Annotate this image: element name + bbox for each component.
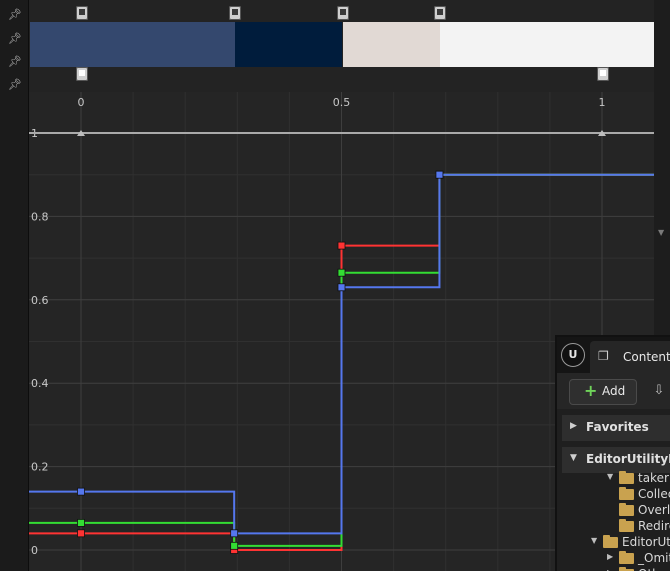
y-tick-label: 0 xyxy=(31,544,38,557)
curve-keyframe xyxy=(435,170,444,179)
curve-keyframe xyxy=(337,268,346,277)
x-tick-label: 1 xyxy=(599,96,606,109)
folder-label: Overla xyxy=(638,503,670,517)
favorites-section[interactable]: ▶ Favorites xyxy=(562,415,670,441)
y-tick-label: 0.4 xyxy=(31,377,49,390)
stop-handle-inner xyxy=(79,70,85,76)
folder-icon xyxy=(619,503,634,516)
content-browser-toolbar: + Add ⇩ xyxy=(557,373,670,409)
folder-label: EditorUtil xyxy=(622,535,670,549)
stop-handle-inner xyxy=(232,9,239,15)
color-stop-handle[interactable] xyxy=(597,67,609,81)
pin-icon[interactable]: 📌︎ xyxy=(8,55,22,69)
alpha-stop-handle[interactable] xyxy=(76,6,88,20)
curve-editor-window: 📌︎ 📌︎ 📌︎ 📌︎ 0 0.5 1 0 0.2 0.4 0.6 0.8 1 ▼ U ❐ Co… xyxy=(0,0,670,571)
stop-handle-inner xyxy=(437,9,444,15)
curve-keyframe xyxy=(77,529,85,538)
folder-label: Other xyxy=(638,567,670,571)
alpha-stop-handle[interactable] xyxy=(229,6,242,20)
folder-label: taker xyxy=(638,471,669,485)
x-tick-label: 0.5 xyxy=(333,96,351,109)
folder-open-icon xyxy=(603,535,618,548)
curve-keyframe xyxy=(77,518,85,527)
y-tick-label: 0.2 xyxy=(31,461,49,474)
chevron-right-icon: ▶ xyxy=(570,421,577,431)
tab-label: Content xyxy=(623,350,670,364)
folder-icon xyxy=(619,487,634,500)
curve-keyframe xyxy=(337,241,346,250)
root-folder-section[interactable]: ▼ EditorUtilityBoc xyxy=(562,447,670,473)
chevron-down-icon: ▼ xyxy=(570,453,577,463)
scroll-down-icon[interactable]: ▼ xyxy=(658,228,664,237)
color-gradient-bar[interactable] xyxy=(30,22,654,67)
content-browser-panel: U ❐ Content + Add ⇩ ▶ Favorites ▼ Editor… xyxy=(555,335,670,571)
stop-handle-inner xyxy=(339,9,346,15)
plus-icon: + xyxy=(584,381,598,400)
folder-icon xyxy=(619,551,634,564)
chevron-down-icon[interactable]: ▼ xyxy=(591,536,597,545)
favorites-label: Favorites xyxy=(586,420,649,434)
folder-open-icon xyxy=(619,471,634,484)
y-tick-label: 0.8 xyxy=(31,210,49,223)
folder-label: Redire xyxy=(638,519,670,533)
stop-handle-inner xyxy=(600,70,606,76)
add-label: Add xyxy=(602,384,626,398)
gradient-segment xyxy=(342,22,441,67)
gradient-segment xyxy=(235,22,343,67)
color-stop-handle[interactable] xyxy=(76,67,88,81)
curve-keyframe xyxy=(230,529,239,538)
pin-icon[interactable]: 📌︎ xyxy=(8,78,22,92)
pin-icon[interactable]: 📌︎ xyxy=(8,32,22,46)
folder-icon xyxy=(619,519,634,532)
x-tick-label: 0 xyxy=(78,96,85,109)
gradient-segment xyxy=(440,22,654,67)
alpha-stop-handle[interactable] xyxy=(434,6,447,20)
curve-keyframe xyxy=(77,487,85,496)
alpha-stop-handle[interactable] xyxy=(336,6,349,20)
curve-keyframe xyxy=(337,283,346,292)
unreal-logo-icon[interactable]: U xyxy=(561,343,585,367)
folder-label: Collec xyxy=(638,487,670,501)
curve-keyframe xyxy=(230,541,239,550)
gradient-segment xyxy=(30,22,236,67)
pin-strip: 📌︎ 📌︎ 📌︎ 📌︎ xyxy=(0,0,29,571)
tab-content-browser[interactable]: ❐ Content xyxy=(590,341,670,373)
chevron-down-icon[interactable]: ▼ xyxy=(607,472,613,481)
add-button[interactable]: + Add xyxy=(569,379,637,405)
content-browser-icon: ❐ xyxy=(598,349,609,363)
folder-label: _Omit xyxy=(638,551,670,565)
chevron-right-icon[interactable]: ▶ xyxy=(607,552,613,561)
y-tick-label: 0.6 xyxy=(31,294,49,307)
pin-icon[interactable]: 📌︎ xyxy=(8,8,22,22)
stop-handle-inner xyxy=(79,9,85,15)
vertical-scrollbar[interactable]: ▼ xyxy=(654,0,670,340)
content-browser-tabbar: U ❐ Content xyxy=(557,337,670,373)
import-icon[interactable]: ⇩ xyxy=(649,381,669,401)
root-folder-label: EditorUtilityBoc xyxy=(586,452,670,466)
